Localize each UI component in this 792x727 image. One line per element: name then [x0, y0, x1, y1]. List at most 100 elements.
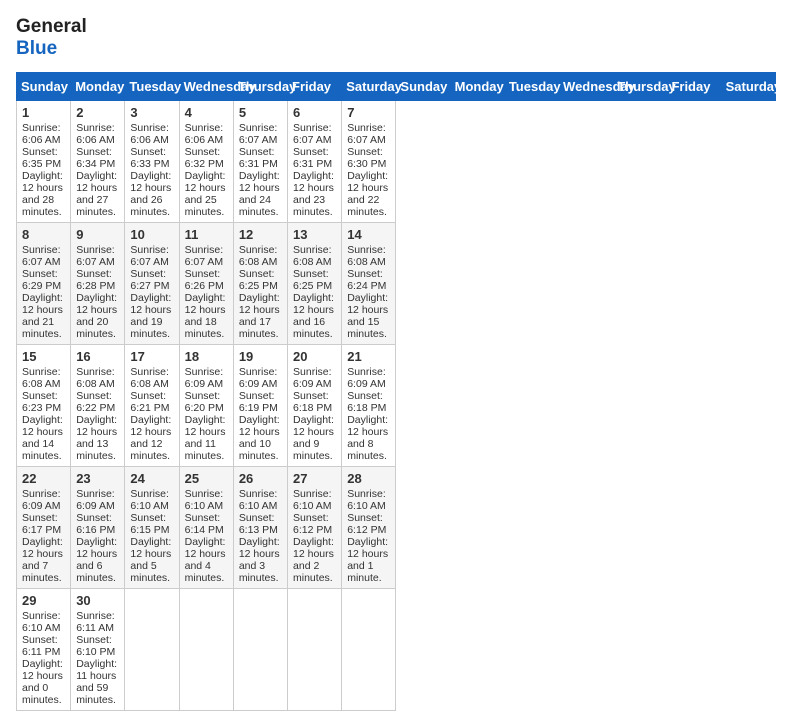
- col-header-saturday: Saturday: [342, 72, 396, 100]
- day-number: 9: [76, 227, 119, 242]
- day-cell: 8 Sunrise: 6:07 AM Sunset: 6:29 PM Dayli…: [17, 222, 71, 344]
- col-header-tuesday: Tuesday: [125, 72, 179, 100]
- sunrise-label: Sunrise: 6:07 AM: [22, 244, 61, 268]
- daylight-label: Daylight: 12 hours and 22 minutes.: [347, 170, 388, 218]
- day-cell: 14 Sunrise: 6:08 AM Sunset: 6:24 PM Dayl…: [342, 222, 396, 344]
- day-number: 25: [185, 471, 228, 486]
- sunset-label: Sunset: 6:20 PM: [185, 390, 224, 414]
- week-row-2: 8 Sunrise: 6:07 AM Sunset: 6:29 PM Dayli…: [17, 222, 776, 344]
- day-cell: 15 Sunrise: 6:08 AM Sunset: 6:23 PM Dayl…: [17, 344, 71, 466]
- day-cell: 22 Sunrise: 6:09 AM Sunset: 6:17 PM Dayl…: [17, 466, 71, 588]
- day-number: 27: [293, 471, 336, 486]
- sunrise-label: Sunrise: 6:09 AM: [239, 366, 278, 390]
- sunrise-label: Sunrise: 6:09 AM: [293, 366, 332, 390]
- sunset-label: Sunset: 6:25 PM: [293, 268, 332, 292]
- empty-cell: [179, 588, 233, 710]
- day-cell: 5 Sunrise: 6:07 AM Sunset: 6:31 PM Dayli…: [233, 100, 287, 222]
- day-cell: 19 Sunrise: 6:09 AM Sunset: 6:19 PM Dayl…: [233, 344, 287, 466]
- daylight-label: Daylight: 12 hours and 1 minute.: [347, 536, 388, 584]
- empty-cell: [125, 588, 179, 710]
- empty-cell: [233, 588, 287, 710]
- day-number: 24: [130, 471, 173, 486]
- day-cell: 9 Sunrise: 6:07 AM Sunset: 6:28 PM Dayli…: [71, 222, 125, 344]
- daylight-label: Daylight: 12 hours and 16 minutes.: [293, 292, 334, 340]
- empty-cell: [288, 588, 342, 710]
- day-number: 3: [130, 105, 173, 120]
- day-cell: 26 Sunrise: 6:10 AM Sunset: 6:13 PM Dayl…: [233, 466, 287, 588]
- sunset-label: Sunset: 6:31 PM: [293, 146, 332, 170]
- daylight-label: Daylight: 11 hours and 59 minutes.: [76, 658, 117, 706]
- sunrise-label: Sunrise: 6:06 AM: [130, 122, 169, 146]
- logo-blue: Blue: [16, 38, 87, 60]
- day-number: 28: [347, 471, 390, 486]
- daylight-label: Daylight: 12 hours and 23 minutes.: [293, 170, 334, 218]
- daylight-label: Daylight: 12 hours and 5 minutes.: [130, 536, 171, 584]
- daylight-label: Daylight: 12 hours and 3 minutes.: [239, 536, 280, 584]
- day-number: 1: [22, 105, 65, 120]
- day-number: 5: [239, 105, 282, 120]
- day-number: 10: [130, 227, 173, 242]
- daylight-label: Daylight: 12 hours and 26 minutes.: [130, 170, 171, 218]
- day-cell: 13 Sunrise: 6:08 AM Sunset: 6:25 PM Dayl…: [288, 222, 342, 344]
- day-cell: 23 Sunrise: 6:09 AM Sunset: 6:16 PM Dayl…: [71, 466, 125, 588]
- day-number: 29: [22, 593, 65, 608]
- daylight-label: Daylight: 12 hours and 7 minutes.: [22, 536, 63, 584]
- day-cell: 12 Sunrise: 6:08 AM Sunset: 6:25 PM Dayl…: [233, 222, 287, 344]
- sunset-label: Sunset: 6:13 PM: [239, 512, 278, 536]
- day-cell: 10 Sunrise: 6:07 AM Sunset: 6:27 PM Dayl…: [125, 222, 179, 344]
- sunset-label: Sunset: 6:18 PM: [293, 390, 332, 414]
- day-cell: 7 Sunrise: 6:07 AM Sunset: 6:30 PM Dayli…: [342, 100, 396, 222]
- sunrise-label: Sunrise: 6:08 AM: [130, 366, 169, 390]
- logo-general: General: [16, 16, 87, 38]
- col-header-monday: Monday: [450, 72, 504, 100]
- sunset-label: Sunset: 6:19 PM: [239, 390, 278, 414]
- day-number: 8: [22, 227, 65, 242]
- day-cell: 2 Sunrise: 6:06 AM Sunset: 6:34 PM Dayli…: [71, 100, 125, 222]
- day-number: 12: [239, 227, 282, 242]
- sunrise-label: Sunrise: 6:07 AM: [185, 244, 224, 268]
- day-cell: 16 Sunrise: 6:08 AM Sunset: 6:22 PM Dayl…: [71, 344, 125, 466]
- daylight-label: Daylight: 12 hours and 15 minutes.: [347, 292, 388, 340]
- day-cell: 21 Sunrise: 6:09 AM Sunset: 6:18 PM Dayl…: [342, 344, 396, 466]
- sunrise-label: Sunrise: 6:10 AM: [22, 610, 61, 634]
- daylight-label: Daylight: 12 hours and 9 minutes.: [293, 414, 334, 462]
- sunset-label: Sunset: 6:33 PM: [130, 146, 169, 170]
- day-cell: 1 Sunrise: 6:06 AM Sunset: 6:35 PM Dayli…: [17, 100, 71, 222]
- sunset-label: Sunset: 6:12 PM: [347, 512, 386, 536]
- header-row: SundayMondayTuesdayWednesdayThursdayFrid…: [17, 72, 776, 100]
- sunset-label: Sunset: 6:25 PM: [239, 268, 278, 292]
- sunrise-label: Sunrise: 6:10 AM: [185, 488, 224, 512]
- sunset-label: Sunset: 6:21 PM: [130, 390, 169, 414]
- daylight-label: Daylight: 12 hours and 25 minutes.: [185, 170, 226, 218]
- daylight-label: Daylight: 12 hours and 19 minutes.: [130, 292, 171, 340]
- sunset-label: Sunset: 6:12 PM: [293, 512, 332, 536]
- daylight-label: Daylight: 12 hours and 27 minutes.: [76, 170, 117, 218]
- empty-cell: [342, 588, 396, 710]
- sunrise-label: Sunrise: 6:06 AM: [185, 122, 224, 146]
- day-number: 14: [347, 227, 390, 242]
- sunrise-label: Sunrise: 6:08 AM: [347, 244, 386, 268]
- day-cell: 25 Sunrise: 6:10 AM Sunset: 6:14 PM Dayl…: [179, 466, 233, 588]
- daylight-label: Daylight: 12 hours and 20 minutes.: [76, 292, 117, 340]
- daylight-label: Daylight: 12 hours and 4 minutes.: [185, 536, 226, 584]
- col-header-monday: Monday: [71, 72, 125, 100]
- daylight-label: Daylight: 12 hours and 17 minutes.: [239, 292, 280, 340]
- sunrise-label: Sunrise: 6:10 AM: [293, 488, 332, 512]
- daylight-label: Daylight: 12 hours and 2 minutes.: [293, 536, 334, 584]
- sunset-label: Sunset: 6:32 PM: [185, 146, 224, 170]
- daylight-label: Daylight: 12 hours and 18 minutes.: [185, 292, 226, 340]
- daylight-label: Daylight: 12 hours and 28 minutes.: [22, 170, 63, 218]
- sunset-label: Sunset: 6:26 PM: [185, 268, 224, 292]
- calendar-table: SundayMondayTuesdayWednesdayThursdayFrid…: [16, 72, 776, 711]
- day-number: 30: [76, 593, 119, 608]
- sunset-label: Sunset: 6:23 PM: [22, 390, 61, 414]
- col-header-thursday: Thursday: [613, 72, 667, 100]
- day-number: 11: [185, 227, 228, 242]
- col-header-saturday: Saturday: [721, 72, 775, 100]
- daylight-label: Daylight: 12 hours and 12 minutes.: [130, 414, 171, 462]
- sunset-label: Sunset: 6:16 PM: [76, 512, 115, 536]
- day-number: 2: [76, 105, 119, 120]
- day-number: 7: [347, 105, 390, 120]
- day-cell: 4 Sunrise: 6:06 AM Sunset: 6:32 PM Dayli…: [179, 100, 233, 222]
- day-number: 13: [293, 227, 336, 242]
